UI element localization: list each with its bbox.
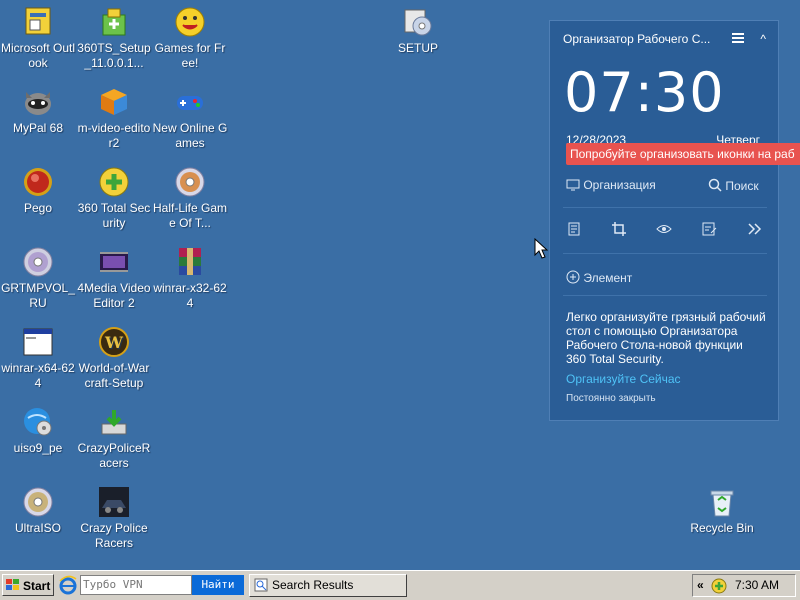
installer-icon bbox=[98, 6, 130, 38]
document-icon[interactable] bbox=[566, 221, 584, 239]
desktop-icon-ultraiso[interactable]: UltraISO bbox=[0, 484, 76, 536]
winrar-icon bbox=[174, 246, 206, 278]
internet-explorer-icon[interactable] bbox=[58, 575, 78, 595]
raccoon-icon bbox=[22, 86, 54, 118]
download-icon bbox=[98, 406, 130, 438]
plus-circle-icon bbox=[566, 270, 580, 284]
360-security-tray-icon[interactable] bbox=[711, 578, 727, 594]
mouse-cursor-icon bbox=[534, 238, 548, 259]
desktop-icon-mypal[interactable]: MyPal 68 bbox=[0, 84, 76, 136]
wow-icon: W bbox=[98, 326, 130, 358]
search-results-icon bbox=[254, 578, 268, 592]
task-label: Search Results bbox=[272, 578, 354, 592]
close-forever-link[interactable]: Постоянно закрыть bbox=[566, 393, 656, 404]
widget-description: Легко организуйте грязный рабочий стол с… bbox=[566, 310, 766, 366]
desktop-icon-360ts-setup[interactable]: 360TS_Setup_11.0.0.1... bbox=[76, 4, 152, 71]
monitor-icon bbox=[566, 179, 580, 191]
desktop-icon-half-life[interactable]: Half-Life Game Of T... bbox=[152, 164, 228, 231]
desktop-icon-crazy-police-racers[interactable]: Crazy Police Racers bbox=[76, 484, 152, 551]
taskbar-window-search-results[interactable]: Search Results bbox=[249, 574, 407, 597]
desktop-icon-grtmpvol[interactable]: GRTMPVOL_RU bbox=[0, 244, 76, 311]
gamepad-icon bbox=[174, 86, 206, 118]
divider bbox=[563, 207, 767, 208]
desktop-icon-microsoft-outlook[interactable]: Microsoft Outlook bbox=[0, 4, 76, 71]
tray-expand-icon[interactable]: « bbox=[697, 575, 704, 596]
search-label: Поиск bbox=[725, 179, 759, 193]
car-game-icon bbox=[98, 486, 130, 518]
window-icon bbox=[22, 326, 54, 358]
search-button[interactable]: Поиск bbox=[708, 178, 759, 193]
taskbar-search-input[interactable]: Турбо VPN bbox=[80, 575, 192, 595]
desktop-icon-4media-video-editor[interactable]: 4Media Video Editor 2 bbox=[76, 244, 152, 311]
outlook-icon bbox=[22, 6, 54, 38]
film-icon bbox=[98, 246, 130, 278]
windows-logo-icon bbox=[6, 579, 19, 590]
eye-icon[interactable] bbox=[656, 221, 674, 239]
widget-clock: 07:30 bbox=[564, 61, 725, 124]
disc-icon bbox=[174, 166, 206, 198]
plus-shield-icon bbox=[98, 166, 130, 198]
hamburger-menu-icon[interactable] bbox=[732, 33, 744, 43]
desktop-icon-world-of-warcraft-setup[interactable]: W World-of-Warcraft-Setup bbox=[76, 324, 152, 391]
taskbar: Start Турбо VPN Найти Search Results « 7… bbox=[0, 570, 800, 600]
search-icon bbox=[708, 178, 722, 192]
crop-icon[interactable] bbox=[611, 221, 629, 239]
note-icon[interactable] bbox=[701, 221, 719, 239]
start-label: Start bbox=[23, 579, 51, 593]
tip-banner[interactable]: Попробуйте организовать иконки на раб bbox=[566, 143, 800, 165]
divider bbox=[563, 253, 767, 254]
tray-clock[interactable]: 7:30 AM bbox=[735, 575, 779, 596]
desktop-icon-winrar-x32[interactable]: winrar-x32-624 bbox=[152, 244, 228, 311]
desktop-icon-setup[interactable]: SETUP bbox=[380, 4, 456, 56]
organize-button[interactable]: Организация bbox=[566, 178, 656, 192]
organize-now-link[interactable]: Организуйте Сейчас bbox=[566, 372, 681, 386]
box-icon bbox=[98, 86, 130, 118]
desktop-icon-recycle-bin[interactable]: Recycle Bin bbox=[684, 484, 760, 536]
pego-icon bbox=[22, 166, 54, 198]
desktop-icon-winrar-x64[interactable]: winrar-x64-624 bbox=[0, 324, 76, 391]
widget-title: Организатор Рабочего С... bbox=[563, 32, 711, 46]
desktop-organizer-widget: Организатор Рабочего С... ^ 07:30 12/28/… bbox=[549, 20, 800, 421]
desktop-icon-new-online-games[interactable]: New Online Games bbox=[152, 84, 228, 151]
collapse-chevron-icon[interactable]: ^ bbox=[760, 32, 766, 46]
svg-text:W: W bbox=[104, 333, 124, 352]
start-button[interactable]: Start bbox=[2, 574, 54, 596]
disc-icon bbox=[22, 246, 54, 278]
desktop-icon-crazypoliceracers-setup[interactable]: CrazyPoliceRacers bbox=[76, 404, 152, 471]
recycle-bin-icon bbox=[706, 486, 738, 518]
desktop-icon-games-for-free[interactable]: Games for Free! bbox=[152, 4, 228, 71]
add-element-button[interactable]: Элемент bbox=[566, 270, 632, 285]
divider bbox=[563, 295, 767, 296]
organize-label: Организация bbox=[583, 178, 656, 192]
desktop-icon-pego[interactable]: Pego bbox=[0, 164, 76, 216]
taskbar-search-button[interactable]: Найти bbox=[192, 575, 244, 595]
desktop-icon-uiso9-pe[interactable]: uiso9_pe bbox=[0, 404, 76, 456]
smiley-icon bbox=[174, 6, 206, 38]
desktop: Microsoft Outlook MyPal 68 Pego GRTMPVOL… bbox=[0, 0, 800, 570]
setup-icon bbox=[402, 6, 434, 38]
disc-icon bbox=[22, 486, 54, 518]
element-label: Элемент bbox=[583, 271, 633, 285]
double-chevron-right-icon[interactable] bbox=[746, 221, 764, 239]
desktop-icon-360-total-security[interactable]: 360 Total Security bbox=[76, 164, 152, 231]
system-tray: « 7:30 AM bbox=[692, 574, 796, 597]
widget-toolbar bbox=[566, 221, 766, 241]
globe-disc-icon bbox=[22, 406, 54, 438]
desktop-icon-m-video-editor2[interactable]: m-video-editor2 bbox=[76, 84, 152, 151]
